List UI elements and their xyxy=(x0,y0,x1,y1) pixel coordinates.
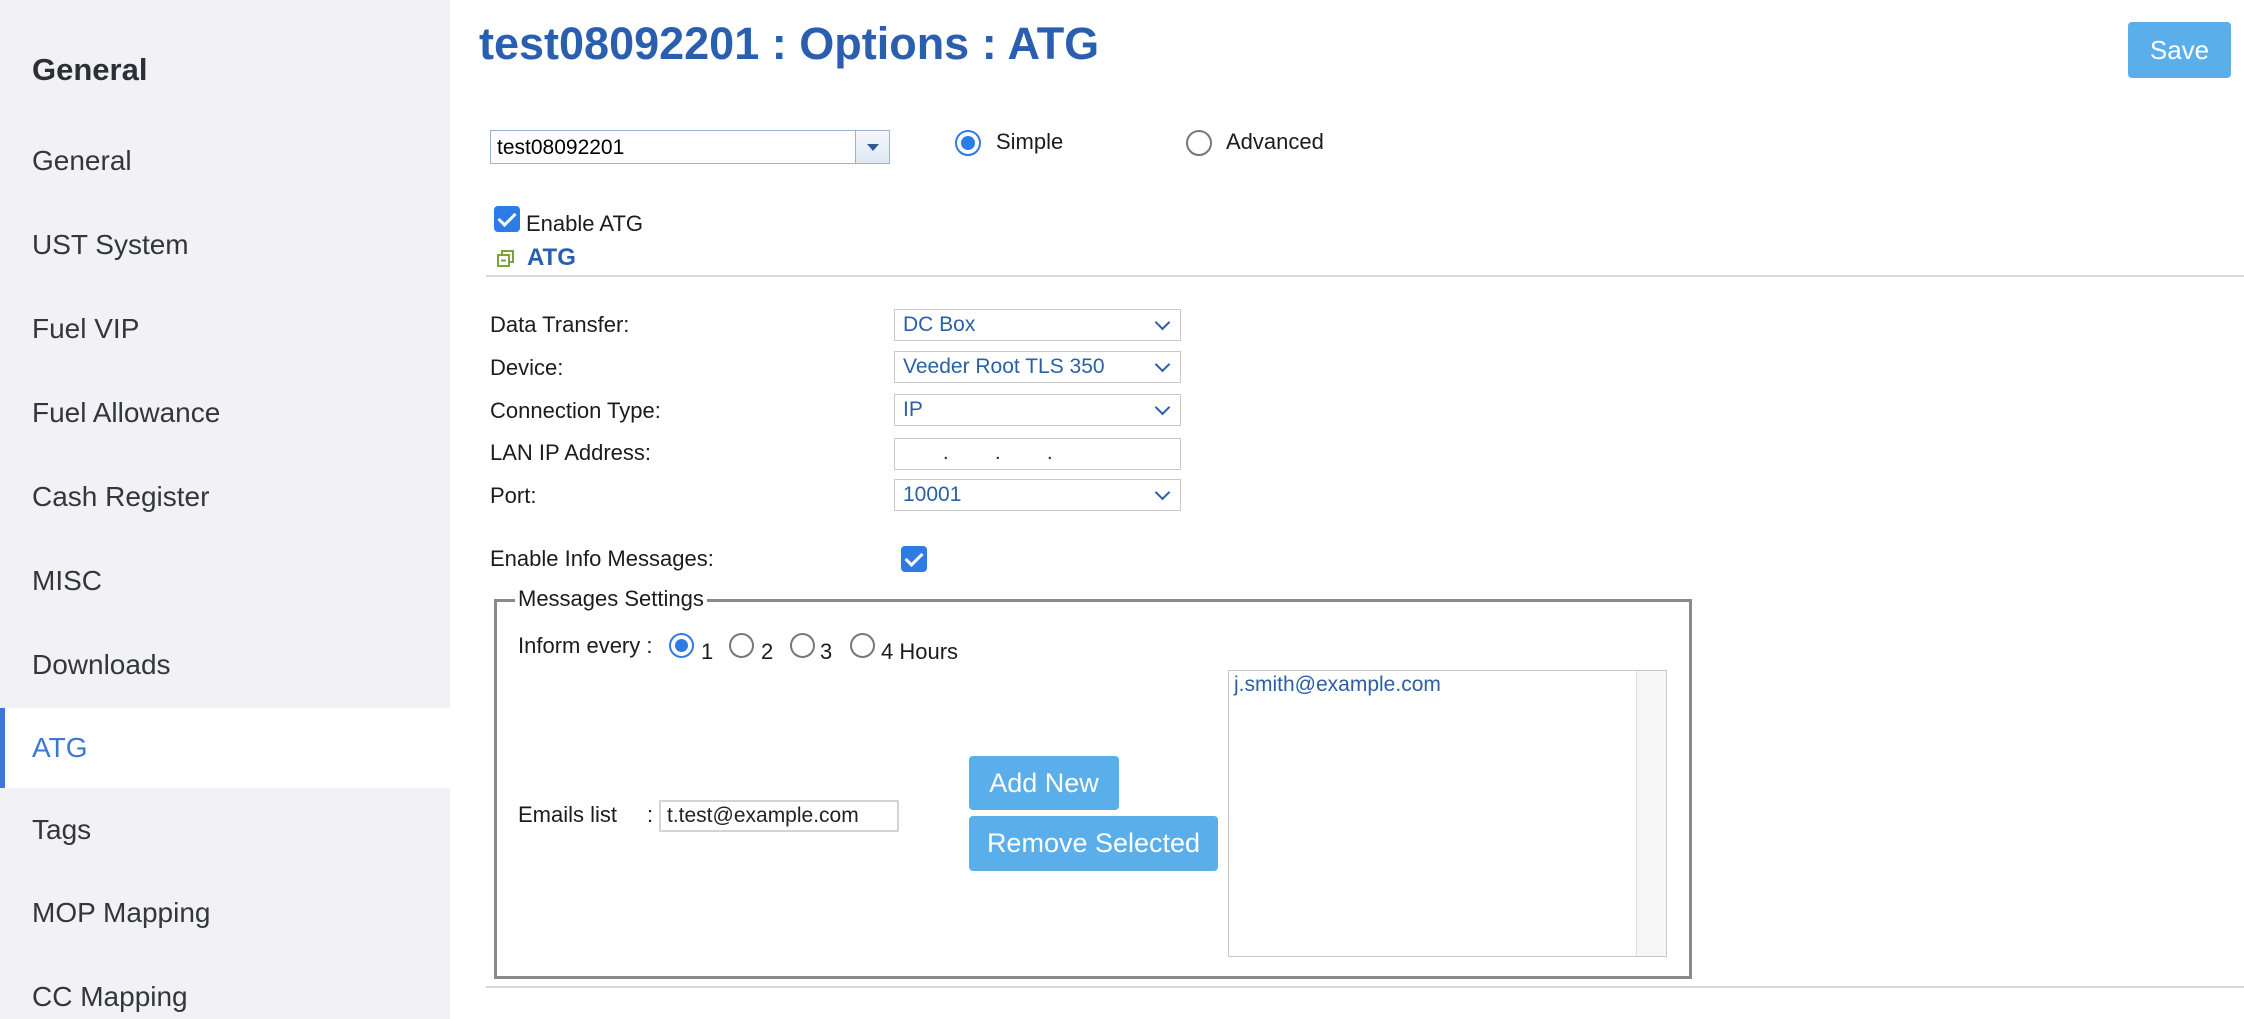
save-button[interactable]: Save xyxy=(2128,22,2231,78)
data-transfer-select[interactable]: DC Box xyxy=(894,309,1181,341)
ip-separator: . xyxy=(943,442,949,464)
enable-atg-checkbox[interactable] xyxy=(494,206,520,232)
mode-advanced-radio[interactable] xyxy=(1186,130,1212,156)
sidebar-item-general[interactable]: General xyxy=(0,121,450,201)
remove-selected-button[interactable]: Remove Selected xyxy=(969,816,1218,871)
email-list-item[interactable]: j.smith@example.com xyxy=(1234,673,1441,697)
inform-every-radio-2[interactable] xyxy=(729,633,754,658)
connection-type-select[interactable]: IP xyxy=(894,394,1181,426)
inform-every-radio-4[interactable] xyxy=(850,633,875,658)
caret-down-icon xyxy=(866,143,879,151)
site-select-value: test08092201 xyxy=(497,136,625,159)
sidebar-item-fuel-allowance[interactable]: Fuel Allowance xyxy=(0,373,450,453)
sidebar-item-fuel-vip[interactable]: Fuel VIP xyxy=(0,289,450,369)
port-label: Port: xyxy=(490,483,537,508)
emails-listbox[interactable]: j.smith@example.com xyxy=(1228,670,1667,957)
device-select[interactable]: Veeder Root TLS 350 xyxy=(894,351,1181,383)
info-messages-label: Enable Info Messages: xyxy=(490,546,714,571)
page-title: test08092201 : Options : ATG xyxy=(479,18,1100,69)
data-transfer-value: DC Box xyxy=(903,313,976,336)
section-divider xyxy=(486,275,2244,277)
sidebar-item-misc[interactable]: MISC xyxy=(0,541,450,621)
site-select[interactable]: test08092201 xyxy=(490,130,890,164)
port-value: 10001 xyxy=(903,483,962,506)
connection-type-label: Connection Type: xyxy=(490,398,661,423)
inform-every-radio-3[interactable] xyxy=(790,633,815,658)
add-new-button[interactable]: Add New xyxy=(969,756,1119,810)
emails-list-label: Emails list xyxy=(518,802,618,827)
mode-advanced-label: Advanced xyxy=(1226,129,1324,154)
chevron-down-icon xyxy=(1154,356,1171,372)
mode-simple-label: Simple xyxy=(996,129,1064,154)
sidebar-item-tags[interactable]: Tags xyxy=(0,790,450,870)
device-value: Veeder Root TLS 350 xyxy=(903,355,1105,378)
messages-settings-legend: Messages Settings xyxy=(515,586,707,612)
sidebar-item-cc-mapping[interactable]: CC Mapping xyxy=(0,957,450,1019)
sidebar-item-mop-mapping[interactable]: MOP Mapping xyxy=(0,873,450,953)
site-select-dropdown-button[interactable] xyxy=(855,131,889,163)
inform-every-option-label: 3 xyxy=(820,639,833,664)
inform-every-option-label: 1 xyxy=(701,639,714,664)
info-messages-checkbox[interactable] xyxy=(901,546,927,572)
connection-type-value: IP xyxy=(903,398,923,421)
chevron-down-icon xyxy=(1154,399,1171,415)
data-transfer-label: Data Transfer: xyxy=(490,312,630,337)
section-collapse-icon[interactable] xyxy=(497,250,515,268)
lan-ip-label: LAN IP Address: xyxy=(490,440,652,465)
inform-every-option-label: 2 xyxy=(761,639,774,664)
mode-simple-radio[interactable] xyxy=(955,130,981,156)
sidebar-item-ust-system[interactable]: UST System xyxy=(0,205,450,285)
listbox-scrollbar[interactable] xyxy=(1636,671,1666,956)
sidebar-item-cash-register[interactable]: Cash Register xyxy=(0,457,450,537)
enable-atg-label: Enable ATG xyxy=(526,211,643,236)
lan-ip-input[interactable]: . . . xyxy=(894,438,1181,470)
email-input[interactable] xyxy=(659,800,899,832)
sidebar-item-atg[interactable]: ATG xyxy=(0,708,450,788)
sidebar-heading: General xyxy=(32,52,148,87)
inform-every-option-label: 4 Hours xyxy=(881,639,959,664)
device-label: Device: xyxy=(490,355,564,380)
bottom-divider xyxy=(486,986,2244,988)
sidebar-item-downloads[interactable]: Downloads xyxy=(0,625,450,705)
sidebar: General General UST System Fuel VIP Fuel… xyxy=(0,0,450,1019)
inform-every-label: Inform every : xyxy=(518,633,653,658)
chevron-down-icon xyxy=(1154,484,1171,500)
ip-separator: . xyxy=(995,442,1001,464)
chevron-down-icon xyxy=(1154,314,1171,330)
port-select[interactable]: 10001 xyxy=(894,479,1181,511)
inform-every-radio-1[interactable] xyxy=(669,633,694,658)
section-title-atg: ATG xyxy=(527,244,576,271)
ip-separator: . xyxy=(1047,442,1053,464)
emails-list-colon: : xyxy=(647,802,654,827)
